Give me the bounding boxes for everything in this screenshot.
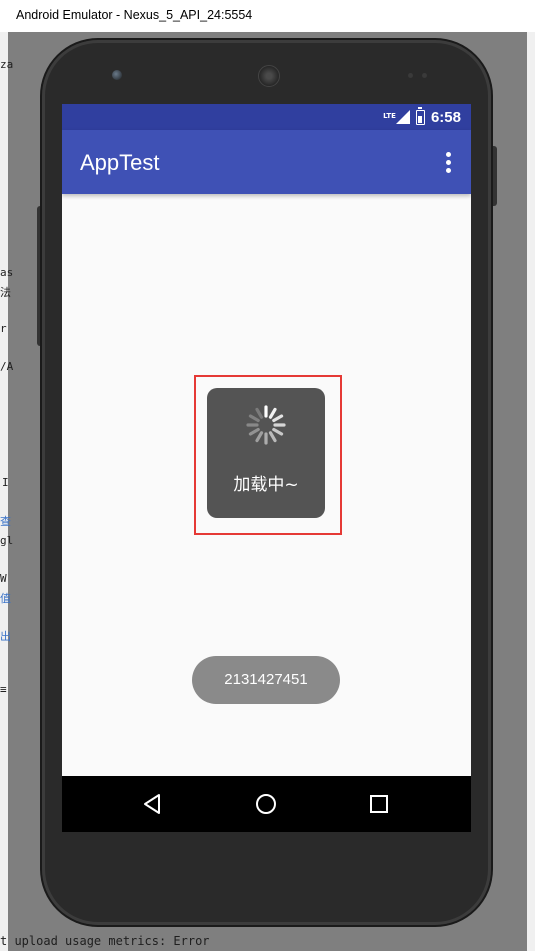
recents-square-icon[interactable] [367, 792, 391, 816]
navigation-bar [62, 776, 471, 832]
ide-fragment: ≡ [0, 683, 7, 696]
phone-power-button [491, 146, 497, 206]
status-bar: LTE 6:58 [62, 104, 471, 130]
light-sensor-icon [422, 73, 427, 78]
ide-fragment: za [0, 58, 14, 71]
more-vert-icon[interactable] [439, 152, 457, 174]
front-camera-icon [112, 70, 122, 80]
window-frame-left [0, 32, 8, 951]
ide-fragment-link[interactable]: 出 [0, 628, 11, 644]
status-time: 6:58 [430, 108, 461, 126]
ide-fragment-link[interactable]: 值 [0, 590, 11, 606]
ide-fragment: as [0, 266, 14, 279]
network-type: LTE [383, 112, 396, 120]
ide-fragment: W [0, 572, 7, 585]
status-icons: LTE 6:58 [383, 106, 461, 126]
window-title: Android Emulator - Nexus_5_API_24:5554 [16, 8, 253, 22]
window-frame-right [527, 32, 535, 951]
ide-console-line: t upload usage metrics: Error [0, 934, 210, 948]
annotation-highlight-box [194, 375, 342, 535]
ide-fragment: I [2, 476, 9, 489]
proximity-sensor-icon [408, 73, 413, 78]
signal-icon: LTE [383, 110, 410, 124]
home-circle-icon[interactable] [254, 792, 278, 816]
ide-fragment-link[interactable]: 查 [0, 513, 11, 529]
ide-fragment: /A [0, 360, 14, 373]
app-title: AppTest [80, 150, 160, 175]
back-triangle-icon[interactable] [141, 792, 165, 816]
emulator-title-bar[interactable]: Android Emulator - Nexus_5_API_24:5554 [0, 0, 535, 33]
ide-fragment: gl [0, 534, 14, 547]
ide-fragment: r [0, 322, 7, 335]
toast-message: 2131427451 [192, 656, 340, 704]
ide-fragment: 法 [0, 286, 11, 299]
battery-icon [415, 106, 425, 125]
app-toolbar: AppTest [62, 130, 471, 194]
speaker-grille-icon [258, 65, 280, 87]
